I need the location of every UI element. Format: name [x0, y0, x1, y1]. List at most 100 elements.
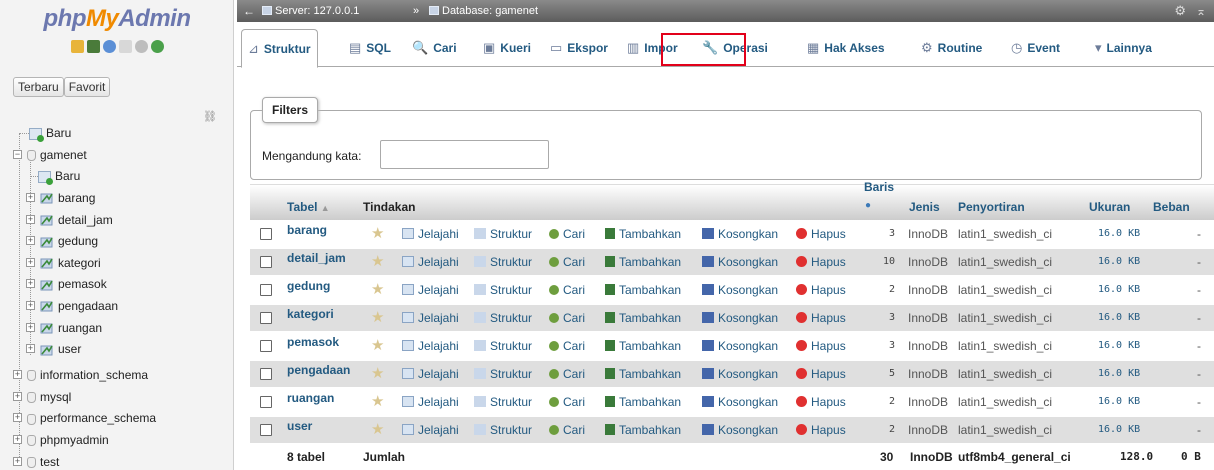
drop-action[interactable]: Hapus	[796, 249, 846, 275]
tab-routine[interactable]: ⚙ Routine	[921, 29, 982, 67]
drop-action[interactable]: Hapus	[796, 389, 846, 415]
table-name-link[interactable]: detail_jam	[287, 245, 346, 271]
table-name-link[interactable]: gedung	[287, 273, 330, 299]
favorite-star-icon[interactable]: ★	[371, 417, 384, 443]
empty-action[interactable]: Kosongkan	[702, 389, 778, 415]
structure-action[interactable]: Struktur	[474, 277, 532, 303]
structure-action[interactable]: Struktur	[474, 417, 532, 443]
structure-action[interactable]: Struktur	[474, 249, 532, 275]
table-name-link[interactable]: kategori	[287, 301, 334, 327]
favorite-star-icon[interactable]: ★	[371, 221, 384, 247]
expand-icon[interactable]: +	[26, 214, 35, 224]
tree-table-item[interactable]: + detail_jam	[26, 210, 113, 230]
empty-action[interactable]: Kosongkan	[702, 277, 778, 303]
tab-ekspor[interactable]: ▭ Ekspor	[550, 29, 608, 67]
row-checkbox[interactable]	[260, 256, 272, 268]
row-size[interactable]: 16.0 KB	[1098, 305, 1140, 331]
recent-tab[interactable]: Terbaru	[13, 77, 64, 97]
tab-kueri[interactable]: ▣ Kueri	[483, 29, 531, 67]
tab-struktur[interactable]: ⊿ Struktur	[241, 29, 318, 68]
browse-action[interactable]: Jelajahi	[402, 417, 459, 443]
header-size[interactable]: Ukuran	[1089, 200, 1130, 214]
structure-action[interactable]: Struktur	[474, 305, 532, 331]
tree-database-item[interactable]: + performance_schema	[13, 408, 156, 428]
tree-database-item[interactable]: + information_schema	[13, 365, 148, 385]
table-name-link[interactable]: ruangan	[287, 385, 334, 411]
tab-event[interactable]: ◷ Event	[1011, 29, 1060, 67]
collapse-nav-arrow-icon[interactable]: ←	[243, 0, 255, 22]
empty-action[interactable]: Kosongkan	[702, 361, 778, 387]
favorite-star-icon[interactable]: ★	[371, 249, 384, 275]
expand-icon[interactable]: +	[13, 391, 22, 401]
structure-action[interactable]: Struktur	[474, 221, 532, 247]
expand-icon[interactable]: +	[26, 322, 35, 332]
insert-action[interactable]: Tambahkan	[605, 333, 681, 359]
browse-action[interactable]: Jelajahi	[402, 333, 459, 359]
drop-action[interactable]: Hapus	[796, 333, 846, 359]
search-action[interactable]: Cari	[549, 249, 585, 275]
reload-icon[interactable]	[150, 40, 164, 53]
header-overhead[interactable]: Beban	[1153, 200, 1190, 214]
insert-action[interactable]: Tambahkan	[605, 221, 681, 247]
expand-icon[interactable]: +	[26, 301, 35, 310]
table-name-link[interactable]: user	[287, 413, 312, 439]
expand-icon[interactable]: +	[13, 370, 22, 379]
expand-icon[interactable]: +	[13, 456, 22, 466]
tree-db-gamenet[interactable]: − gamenet	[13, 145, 87, 165]
header-rows[interactable]: Baris	[864, 180, 894, 194]
header-table[interactable]: Tabel ▲	[287, 200, 330, 214]
header-collation[interactable]: Penyortiran	[958, 200, 1025, 214]
browse-action[interactable]: Jelajahi	[402, 361, 459, 387]
breadcrumb-database[interactable]: Database: gamenet	[429, 0, 538, 22]
empty-action[interactable]: Kosongkan	[702, 417, 778, 443]
row-checkbox[interactable]	[260, 228, 272, 240]
help-icon[interactable]	[102, 40, 116, 53]
home-icon[interactable]	[70, 40, 84, 53]
row-checkbox[interactable]	[260, 424, 272, 436]
table-name-link[interactable]: pemasok	[287, 329, 339, 355]
expand-icon[interactable]: +	[13, 413, 22, 423]
tree-table-item[interactable]: + kategori	[26, 253, 101, 273]
filter-input[interactable]	[380, 140, 549, 169]
empty-action[interactable]: Kosongkan	[702, 221, 778, 247]
favorites-tab[interactable]: Favorit	[63, 77, 111, 97]
search-action[interactable]: Cari	[549, 417, 585, 443]
insert-action[interactable]: Tambahkan	[605, 417, 681, 443]
logout-icon[interactable]	[86, 40, 100, 53]
drop-action[interactable]: Hapus	[796, 277, 846, 303]
insert-action[interactable]: Tambahkan	[605, 305, 681, 331]
tree-new-table[interactable]: Baru	[30, 166, 80, 186]
tree-table-item[interactable]: + pemasok	[26, 274, 107, 294]
collapse-top-icon[interactable]: ⌅	[1196, 0, 1206, 22]
favorite-star-icon[interactable]: ★	[371, 277, 384, 303]
expand-icon[interactable]: +	[26, 279, 35, 289]
search-action[interactable]: Cari	[549, 361, 585, 387]
empty-action[interactable]: Kosongkan	[702, 249, 778, 275]
breadcrumb-server[interactable]: Server: 127.0.0.1	[262, 0, 359, 22]
row-size[interactable]: 16.0 KB	[1098, 361, 1140, 387]
row-checkbox[interactable]	[260, 396, 272, 408]
empty-action[interactable]: Kosongkan	[702, 305, 778, 331]
settings-gear-icon[interactable]	[134, 40, 148, 53]
search-action[interactable]: Cari	[549, 305, 585, 331]
tree-table-item[interactable]: + gedung	[26, 231, 98, 251]
insert-action[interactable]: Tambahkan	[605, 249, 681, 275]
favorite-star-icon[interactable]: ★	[371, 361, 384, 387]
tab-lainnya[interactable]: ▾ Lainnya	[1095, 29, 1152, 67]
row-size[interactable]: 16.0 KB	[1098, 221, 1140, 247]
table-name-link[interactable]: pengadaan	[287, 357, 350, 383]
browse-action[interactable]: Jelajahi	[402, 221, 459, 247]
favorite-star-icon[interactable]: ★	[371, 389, 384, 415]
search-action[interactable]: Cari	[549, 221, 585, 247]
link-with-main-panel-icon[interactable]: ⛓	[203, 110, 217, 123]
search-action[interactable]: Cari	[549, 333, 585, 359]
rows-help-icon[interactable]: ●	[865, 200, 871, 211]
collapse-icon[interactable]: −	[13, 150, 22, 159]
tree-table-item[interactable]: + ruangan	[26, 318, 102, 338]
row-checkbox[interactable]	[260, 340, 272, 352]
row-size[interactable]: 16.0 KB	[1098, 333, 1140, 359]
expand-icon[interactable]: +	[26, 344, 35, 354]
page-settings-gear-icon[interactable]: ⚙	[1174, 0, 1186, 22]
tree-database-item[interactable]: + mysql	[13, 387, 71, 407]
row-checkbox[interactable]	[260, 368, 272, 380]
